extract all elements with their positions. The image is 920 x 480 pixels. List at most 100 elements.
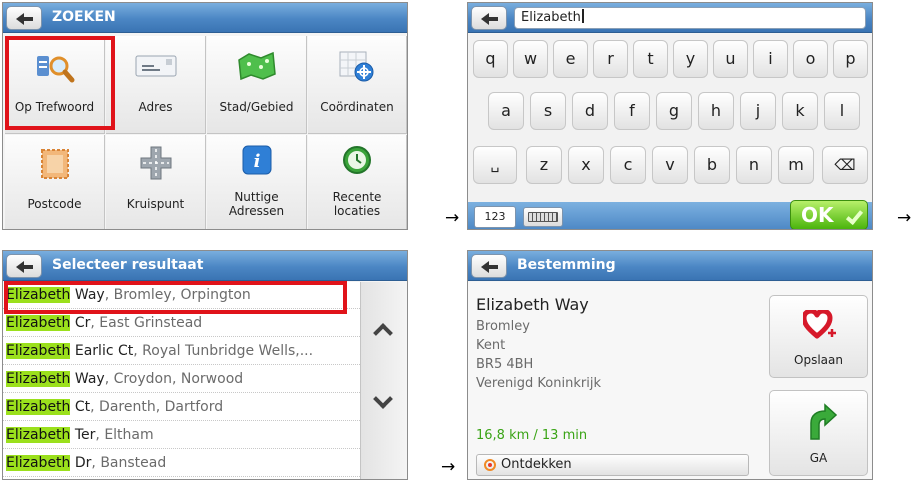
key-j[interactable]: j xyxy=(740,92,776,130)
key-i[interactable]: i xyxy=(753,40,788,78)
title-bar: Selecteer resultaat xyxy=(3,251,407,281)
clock-icon xyxy=(343,146,371,174)
crossroads-icon xyxy=(140,146,171,180)
key-z[interactable]: z xyxy=(526,146,562,184)
tile-label: Postcode xyxy=(27,197,82,211)
location-detail: , Eltham xyxy=(95,427,154,443)
key-s[interactable]: s xyxy=(530,92,566,130)
backspace-key[interactable]: ⌫ xyxy=(822,146,868,184)
result-row[interactable]: Elizabeth Ct, Darenth, Dartford xyxy=(3,394,360,421)
key-f[interactable]: f xyxy=(614,92,650,130)
address-line: Kent xyxy=(476,338,506,353)
checkmark-icon xyxy=(845,206,864,226)
destination-name: Elizabeth Way xyxy=(476,295,589,314)
location-detail: , Banstead xyxy=(91,455,167,471)
explore-button[interactable]: Ontdekken xyxy=(476,454,749,476)
key-b[interactable]: b xyxy=(694,146,730,184)
key-g[interactable]: g xyxy=(656,92,692,130)
key-space[interactable]: ␣ xyxy=(473,146,517,184)
recent-locations-button[interactable]: Recente locaties xyxy=(308,135,407,229)
street-type: Way xyxy=(74,371,105,387)
location-detail: , Croydon, Norwood xyxy=(104,371,244,387)
ok-button[interactable]: OK xyxy=(790,200,868,229)
coordinates-button[interactable]: Coördinaten xyxy=(308,36,407,134)
postcode-stamp-icon xyxy=(40,149,69,179)
key-v[interactable]: v xyxy=(652,146,688,184)
tile-label: Kruispunt xyxy=(126,197,185,211)
chevron-down-icon xyxy=(373,389,393,409)
address-line: Verenigd Koninkrijk xyxy=(476,376,601,391)
street-type: Dr xyxy=(74,455,92,471)
result-row[interactable]: Elizabeth Earlic Ct, Royal Tunbridge Wel… xyxy=(3,338,360,365)
key-r[interactable]: r xyxy=(593,40,628,78)
back-button[interactable] xyxy=(471,6,507,30)
search-input[interactable]: Elizabeth xyxy=(514,7,866,29)
result-row[interactable]: Elizabeth Way, Croydon, Norwood xyxy=(3,366,360,393)
screen-title: ZOEKEN xyxy=(52,9,116,25)
svg-text:i: i xyxy=(253,151,260,172)
key-t[interactable]: t xyxy=(633,40,668,78)
tile-label: Adres xyxy=(138,100,173,114)
numbers-button[interactable]: 123 xyxy=(474,206,516,228)
key-c[interactable]: c xyxy=(610,146,646,184)
save-label: Opslaan xyxy=(794,353,843,367)
key-m[interactable]: m xyxy=(778,146,814,184)
key-q[interactable]: q xyxy=(473,40,508,78)
key-k[interactable]: k xyxy=(782,92,818,130)
save-button[interactable]: Opslaan xyxy=(769,295,868,378)
key-x[interactable]: x xyxy=(568,146,604,184)
address-button[interactable]: Adres xyxy=(106,36,206,134)
result-row[interactable]: Elizabeth Ter, Eltham xyxy=(3,422,360,449)
keyboard: q w e r t y u i o p a s d f g h j k l ␣ … xyxy=(468,34,872,202)
screen-title: Selecteer resultaat xyxy=(52,257,204,273)
location-detail: , Darenth, Dartford xyxy=(90,399,224,415)
postcode-button[interactable]: Postcode xyxy=(5,135,105,229)
key-d[interactable]: d xyxy=(572,92,608,130)
selection-highlight xyxy=(4,281,347,314)
tile-label-line2: locaties xyxy=(333,204,381,218)
street-type: Cr xyxy=(74,315,91,331)
result-row[interactable]: Elizabeth Cr, East Grinstead xyxy=(3,310,360,337)
useful-addresses-button[interactable]: i Nuttige Adressen xyxy=(207,135,307,229)
info-icon: i xyxy=(242,145,271,175)
intersection-button[interactable]: Kruispunt xyxy=(106,135,206,229)
key-e[interactable]: e xyxy=(553,40,588,78)
location-detail: , East Grinstead xyxy=(90,315,203,331)
match-highlight: Elizabeth xyxy=(6,427,71,443)
scroll-up-button[interactable] xyxy=(361,282,407,370)
back-button[interactable] xyxy=(6,6,42,30)
back-button[interactable] xyxy=(6,254,42,278)
key-w[interactable]: w xyxy=(513,40,548,78)
keyboard-bottom-bar: 123 OK xyxy=(468,200,872,229)
back-button[interactable] xyxy=(471,254,507,278)
destination-screen: Bestemming Elizabeth Way Bromley Kent BR… xyxy=(467,250,873,480)
result-row[interactable]: Elizabeth Dr, Banstead xyxy=(3,450,360,477)
tile-label: Coördinaten xyxy=(320,100,394,114)
match-highlight: Elizabeth xyxy=(6,399,71,415)
city-area-button[interactable]: Stad/Gebied xyxy=(207,36,307,134)
match-highlight: Elizabeth xyxy=(6,371,71,387)
match-highlight: Elizabeth xyxy=(6,455,71,471)
chevron-up-icon xyxy=(373,323,393,343)
key-n[interactable]: n xyxy=(736,146,772,184)
selection-highlight xyxy=(5,36,115,130)
key-h[interactable]: h xyxy=(698,92,734,130)
street-type: Ter xyxy=(74,427,96,443)
key-a[interactable]: a xyxy=(488,92,524,130)
match-highlight: Elizabeth xyxy=(6,343,71,359)
key-u[interactable]: u xyxy=(713,40,748,78)
key-o[interactable]: o xyxy=(793,40,828,78)
tile-label: Recente locaties xyxy=(308,190,406,218)
search-menu-screen: ZOEKEN Op Trefwoord Adres Stad/Gebied Co… xyxy=(2,2,408,230)
keyboard-layout-button[interactable] xyxy=(523,207,563,227)
address-card-icon xyxy=(135,55,176,77)
key-p[interactable]: p xyxy=(833,40,868,78)
explore-label: Ontdekken xyxy=(501,457,572,472)
key-l[interactable]: l xyxy=(824,92,860,130)
key-y[interactable]: y xyxy=(673,40,708,78)
match-highlight: Elizabeth xyxy=(6,315,71,331)
go-button[interactable]: GA xyxy=(769,390,868,476)
screen-title: Bestemming xyxy=(517,257,616,273)
scroll-down-button[interactable] xyxy=(361,370,407,458)
text-caret xyxy=(581,9,584,23)
